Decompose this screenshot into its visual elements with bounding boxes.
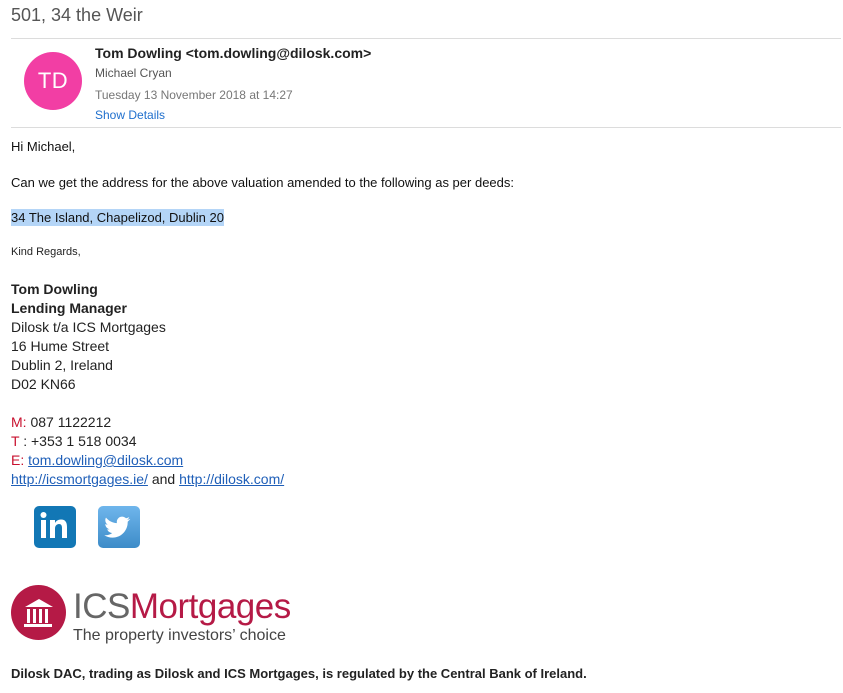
greeting: Hi Michael, <box>11 139 76 154</box>
regulatory-footer: Dilosk DAC, trading as Dilosk and ICS Mo… <box>11 666 587 681</box>
body-divider <box>11 127 841 128</box>
contact-block: M: 087 1122212 T : +353 1 518 0034 E: to… <box>11 413 284 489</box>
signature-city: Dublin 2, Ireland <box>11 357 113 373</box>
logo-tagline: The property investors’ choice <box>73 627 286 644</box>
tel-label: T <box>11 433 20 449</box>
dilosk-link[interactable]: http://dilosk.com/ <box>179 471 284 487</box>
mobile-number: 087 1122212 <box>30 414 112 430</box>
signature-postcode: D02 KN66 <box>11 376 76 392</box>
address-highlight[interactable]: 34 The Island, Chapelizod, Dublin 20 <box>11 209 224 226</box>
linkedin-icon[interactable] <box>34 506 76 548</box>
closing: Kind Regards, <box>11 246 81 258</box>
signature-company: Dilosk t/a ICS Mortgages <box>11 319 166 335</box>
recipient-name[interactable]: Michael Cryan <box>95 66 172 80</box>
email-label: E: <box>11 452 25 468</box>
signature-block: Tom Dowling Lending Manager Dilosk t/a I… <box>11 280 166 394</box>
sender-name[interactable]: Tom Dowling <tom.dowling@dilosk.com> <box>95 45 371 61</box>
signature-title: Lending Manager <box>11 300 127 316</box>
icsmortgages-link[interactable]: http://icsmortgages.ie/ <box>11 471 148 487</box>
tel-number: : +353 1 518 0034 <box>23 433 137 449</box>
email-subject: 501, 34 the Weir <box>11 5 143 25</box>
header-divider <box>11 38 841 39</box>
sender-avatar: TD <box>24 52 82 110</box>
signature-name: Tom Dowling <box>11 281 98 297</box>
signature-street: 16 Hume Street <box>11 338 110 354</box>
ics-logo: ICSMortgages The property investors’ cho… <box>11 585 311 647</box>
sent-date: Tuesday 13 November 2018 at 14:27 <box>95 88 293 102</box>
email-link[interactable]: tom.dowling@dilosk.com <box>28 452 183 468</box>
and-text: and <box>151 471 176 487</box>
show-details-link[interactable]: Show Details <box>95 108 165 122</box>
mobile-label: M: <box>11 414 27 430</box>
ics-building-icon <box>11 585 66 640</box>
logo-wordmark: ICSMortgages <box>73 587 291 626</box>
twitter-icon[interactable] <box>98 506 140 548</box>
request-text: Can we get the address for the above val… <box>11 175 514 190</box>
